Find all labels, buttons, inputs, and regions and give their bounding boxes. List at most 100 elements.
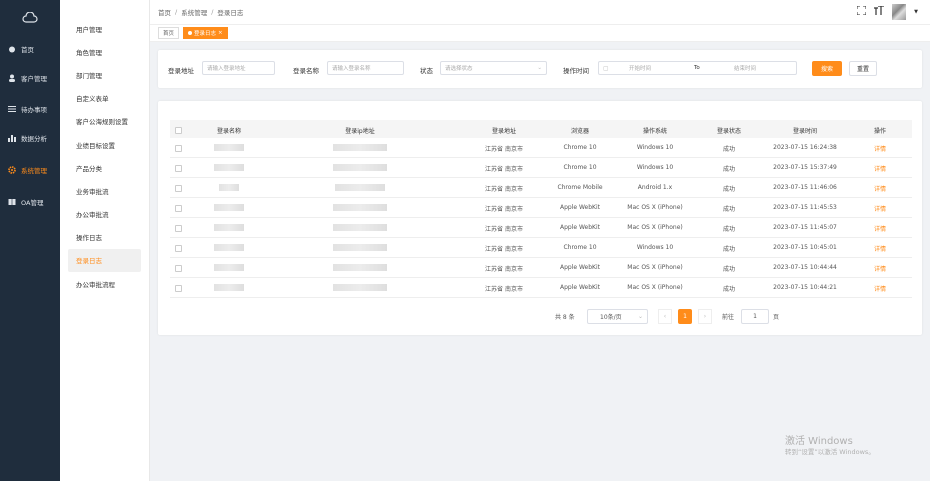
submenu-item-pool-rules[interactable]: 客户公海规则设置: [60, 110, 141, 133]
fullscreen-icon[interactable]: [856, 5, 867, 18]
time-range-label: 操作时间: [563, 67, 589, 75]
submenu-item-custom-form[interactable]: 自定义表单: [60, 87, 141, 110]
tag-label: 登录日志: [194, 31, 217, 37]
search-button[interactable]: 搜索: [812, 61, 842, 76]
filter-panel: 登录地址 请输入登录地址 登录名称 请输入登录名称 状态 请选择状态 ⌄ 操作时…: [158, 50, 922, 88]
goto-page-input[interactable]: 1: [741, 309, 769, 324]
start-time-input[interactable]: 开始时间: [629, 64, 651, 72]
cell-status: 成功: [722, 166, 736, 173]
cell-browser: Chrome 10: [563, 164, 597, 171]
detail-link[interactable]: 详情: [874, 244, 886, 253]
detail-link[interactable]: 详情: [874, 264, 886, 273]
detail-link[interactable]: 详情: [874, 164, 886, 173]
table-row: 江苏省 南京市 Apple WebKit Mac OS X (iPhone) 成功 20…: [170, 258, 912, 278]
status-placeholder: 请选择状态: [445, 66, 473, 72]
dashboard-icon: [8, 45, 16, 53]
cell-time: 2023-07-15 10:44:44: [773, 264, 837, 271]
avatar[interactable]: [892, 4, 907, 20]
redacted-login-name: [214, 164, 244, 171]
list-icon: [8, 105, 16, 113]
goto-suffix: 页: [773, 314, 780, 321]
detail-link[interactable]: 详情: [874, 204, 886, 213]
book-icon: [8, 198, 16, 206]
tag-login-log[interactable]: 登录日志 ×: [183, 27, 228, 39]
submenu-item-users[interactable]: 用户管理: [60, 17, 141, 40]
active-dot-icon: [188, 31, 193, 35]
cell-status: 成功: [722, 246, 736, 253]
submenu-item-office-flow[interactable]: 办公审批流: [60, 203, 141, 226]
detail-link[interactable]: 详情: [874, 144, 886, 153]
submenu-item-departments[interactable]: 部门管理: [60, 63, 141, 86]
col-actions: 操作: [873, 128, 887, 135]
cell-status: 成功: [722, 186, 736, 193]
table-row: 江苏省 南京市 Chrome 10 Windows 10 成功 2023-07-15 1…: [170, 138, 912, 158]
sidebar-item-oa[interactable]: OA管理: [0, 190, 60, 215]
font-size-icon[interactable]: [874, 5, 885, 18]
submenu-item-business-flow[interactable]: 业务审批流: [60, 179, 141, 202]
row-checkbox[interactable]: [175, 185, 182, 192]
row-checkbox[interactable]: [175, 265, 182, 272]
col-login-address: 登录地址: [491, 128, 517, 135]
submenu-item-operation-log[interactable]: 操作日志: [60, 226, 141, 249]
reset-button[interactable]: 重置: [849, 61, 877, 76]
row-checkbox[interactable]: [175, 245, 182, 252]
cell-os: Mac OS X (iPhone): [627, 264, 683, 271]
sidebar-item-system[interactable]: 系统管理: [0, 158, 60, 183]
sidebar-item-label: 系统管理: [21, 167, 47, 176]
close-icon[interactable]: ×: [218, 30, 223, 36]
detail-link[interactable]: 详情: [874, 184, 886, 193]
breadcrumb-separator: /: [211, 8, 214, 16]
submenu: 用户管理 角色管理 部门管理 自定义表单 客户公海规则设置 业绩目标设置 产品分…: [60, 0, 150, 481]
page-size-select[interactable]: 10条/页 ⌄: [587, 309, 648, 324]
row-checkbox[interactable]: [175, 165, 182, 172]
tags-view: 首页 登录日志 ×: [150, 24, 930, 42]
login-name-input[interactable]: 请输入登录名称: [327, 61, 404, 75]
cell-browser: Chrome 10: [563, 144, 597, 151]
submenu-item-product-category[interactable]: 产品分类: [60, 156, 141, 179]
col-login-ip: 登录ip地址: [345, 128, 375, 135]
chart-icon: [8, 134, 16, 142]
chevron-down-icon[interactable]: ▼: [914, 9, 918, 15]
col-browser: 浏览器: [570, 128, 590, 135]
cell-time: 2023-07-15 15:37:49: [773, 164, 837, 171]
end-time-input[interactable]: 结束时间: [734, 64, 756, 72]
detail-link[interactable]: 详情: [874, 284, 886, 293]
submenu-item-office-process[interactable]: 办公审批流程: [60, 272, 141, 295]
cell-browser: Apple WebKit: [559, 284, 601, 291]
cell-status: 成功: [722, 206, 736, 213]
time-range-picker[interactable]: ▢ 开始时间 To 结束时间: [598, 61, 797, 75]
status-select[interactable]: 请选择状态 ⌄: [440, 61, 547, 75]
breadcrumb-section[interactable]: 系统管理: [181, 7, 207, 17]
sidebar-item-home[interactable]: 首页: [0, 37, 60, 62]
activation-watermark-title: 激活 Windows: [785, 436, 853, 447]
detail-link[interactable]: 详情: [874, 224, 886, 233]
sidebar-item-customers[interactable]: 客户管理: [0, 66, 60, 91]
row-checkbox[interactable]: [175, 145, 182, 152]
redacted-login-ip: [333, 224, 387, 231]
redacted-login-ip: [335, 184, 385, 191]
submenu-item-roles[interactable]: 角色管理: [60, 40, 141, 63]
submenu-item-targets[interactable]: 业绩目标设置: [60, 133, 141, 156]
login-address-input[interactable]: 请输入登录地址: [202, 61, 275, 75]
sidebar-item-analytics[interactable]: 数据分析: [0, 126, 60, 151]
prev-page-button[interactable]: ‹: [658, 309, 672, 324]
row-checkbox[interactable]: [175, 225, 182, 232]
tag-home[interactable]: 首页: [158, 27, 180, 39]
col-login-name: 登录名称: [216, 128, 242, 135]
submenu-item-login-log[interactable]: 登录日志: [68, 248, 141, 273]
row-checkbox[interactable]: [175, 285, 182, 292]
page-size-value: 10条/页: [600, 314, 622, 321]
next-page-button[interactable]: ›: [698, 309, 712, 324]
row-checkbox[interactable]: [175, 205, 182, 212]
table-row: 江苏省 南京市 Apple WebKit Mac OS X (iPhone) 成功 20…: [170, 218, 912, 238]
sidebar-item-label: 客户管理: [21, 74, 47, 83]
sidebar: 首页 客户管理 待办事项 数据分析 系统管理 OA管理: [0, 0, 60, 481]
redacted-login-name: [214, 264, 244, 271]
calendar-icon: ▢: [603, 64, 609, 72]
sidebar-item-todo[interactable]: 待办事项: [0, 97, 60, 122]
breadcrumb-home[interactable]: 首页: [158, 7, 171, 17]
select-all-checkbox[interactable]: [175, 127, 182, 134]
redacted-login-name: [214, 224, 244, 231]
page-1-button[interactable]: 1: [678, 309, 692, 324]
cell-os: Mac OS X (iPhone): [627, 204, 683, 211]
